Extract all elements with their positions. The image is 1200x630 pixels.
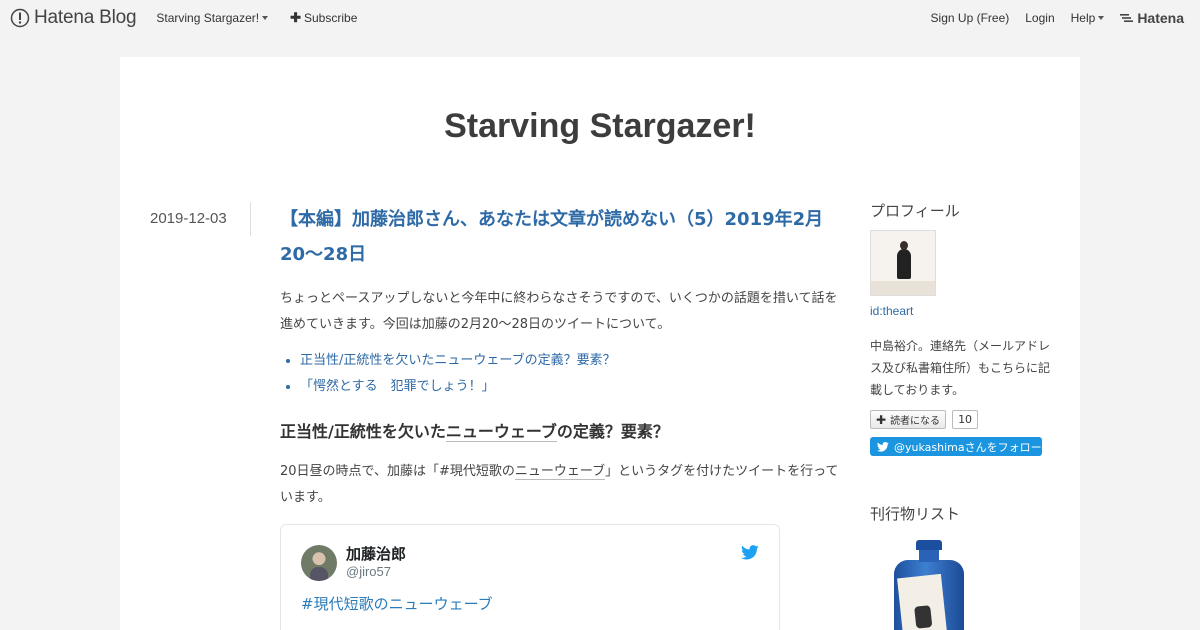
publication-book-cover[interactable]	[886, 534, 972, 630]
tweet-header: 加藤治郎 @jiro57	[301, 545, 759, 581]
subscribe-reader-button[interactable]: ✚ 読者になる	[870, 410, 947, 429]
signup-link[interactable]: Sign Up (Free)	[931, 11, 1010, 25]
help-menu[interactable]: Help	[1071, 11, 1105, 25]
entry-intro: ちょっとペースアップしないと今年中に終わらなさそうですので、いくつかの話題を措い…	[280, 291, 838, 332]
toc-item[interactable]: 「愕然とする 犯罪でしょう！」	[300, 374, 845, 400]
reader-count: 10	[952, 410, 979, 429]
toc-item[interactable]: 正当性/正統性を欠いたニューウェーブの定義？要素？	[300, 348, 845, 374]
embedded-tweet: 加藤治郎 @jiro57 #現代短歌のニューウェーブ	[280, 524, 780, 630]
section-heading-text: の定義？要素？	[556, 422, 669, 441]
tweet-avatar[interactable]	[301, 545, 337, 581]
logo-text: Hatena Blog	[34, 7, 137, 28]
entry-title[interactable]: 【本編】加藤治郎さん、あなたは文章が読めない（5）2019年2月20～28日	[280, 202, 845, 272]
brand-label: Hatena	[1137, 10, 1184, 26]
table-of-contents: 正当性/正統性を欠いたニューウェーブの定義？要素？ 「愕然とする 犯罪でしょう！…	[280, 348, 845, 400]
reader-button-label: 読者になる	[890, 416, 941, 427]
profile-id-link[interactable]: id:theart	[870, 304, 1060, 318]
chevron-down-icon	[262, 16, 269, 20]
tweet-author-name[interactable]: 加藤治郎	[346, 545, 406, 563]
tweet-author-handle[interactable]: @jiro57	[346, 563, 406, 581]
sidebar: プロフィール id:theart 中島裕介。連絡先（メールアドレス及び私書箱住所…	[870, 200, 1060, 630]
twitter-bird-icon[interactable]	[741, 545, 759, 564]
date-divider	[250, 202, 251, 236]
section-heading: 正当性/正統性を欠いたニューウェーブの定義？要素？	[280, 419, 845, 445]
login-link[interactable]: Login	[1025, 11, 1054, 25]
toc-item-label: 正当性/正統性を欠いたニューウェーブの定義？要素？	[300, 353, 616, 368]
twitter-follow-button[interactable]: @yukashimaさんをフォロー	[870, 437, 1042, 456]
help-label: Help	[1070, 11, 1096, 25]
subscribe-label: Subscribe	[304, 11, 358, 25]
hatena-brand-link[interactable]: Hatena	[1120, 10, 1184, 26]
publications-heading: 刊行物リスト	[870, 505, 961, 523]
blog-menu-label: Starving Stargazer!	[156, 11, 260, 25]
keyword-link[interactable]: ニューウェーブ	[445, 422, 557, 442]
profile-avatar[interactable]	[870, 230, 936, 296]
blog-menu[interactable]: Starving Stargazer!	[156, 11, 269, 25]
twitter-bird-icon	[877, 441, 889, 452]
entry-paragraph: 20日昼の時点で、加藤は「#現代短歌のニューウェーブ」というタグを付けたツイート…	[280, 459, 845, 511]
hatena-blog-logo[interactable]: Hatena Blog	[10, 7, 137, 29]
tweet-author: 加藤治郎 @jiro57	[346, 545, 406, 581]
subscribe-button[interactable]: ✚ Subscribe	[290, 10, 357, 26]
section-heading-text: 正当性/正統性を欠いた	[280, 422, 446, 441]
entry-date[interactable]: 2019-12-03	[150, 210, 227, 227]
chevron-down-icon	[1098, 16, 1105, 20]
header-right: Sign Up (Free) Login Help Hatena	[931, 10, 1190, 26]
reader-row: ✚ 読者になる 10	[870, 410, 1060, 429]
blog-container: Starving Stargazer! 2019-12-03 【本編】加藤治郎さ…	[120, 57, 1080, 630]
profile-heading: プロフィール	[870, 202, 960, 220]
plus-icon: ✚	[876, 412, 887, 427]
tweet-hashtag[interactable]: #現代短歌のニューウェーブ	[301, 593, 759, 614]
login-label: Login	[1025, 11, 1055, 25]
hatena-brand-icon	[1120, 14, 1134, 22]
blog-title[interactable]: Starving Stargazer!	[120, 107, 1080, 146]
profile-description: 中島裕介。連絡先（メールアドレス及び私書箱住所）もこちらに記載しております。	[870, 339, 1051, 397]
plus-icon: ✚	[290, 10, 301, 25]
follow-label: @yukashimaさんをフォロー	[894, 440, 1042, 454]
hatena-blog-logo-icon	[10, 8, 30, 28]
entry: 【本編】加藤治郎さん、あなたは文章が読めない（5）2019年2月20～28日 ち…	[280, 202, 845, 630]
paragraph-text: 20日昼の時点で、加藤は「#現代短歌の	[280, 464, 515, 479]
keyword-link[interactable]: ニューウェーブ	[514, 464, 606, 480]
toc-item-label: 「愕然とする 犯罪でしょう！」	[300, 379, 495, 394]
global-header: Hatena Blog Starving Stargazer! ✚ Subscr…	[0, 0, 1200, 36]
signup-label: Sign Up (Free)	[930, 11, 1010, 25]
